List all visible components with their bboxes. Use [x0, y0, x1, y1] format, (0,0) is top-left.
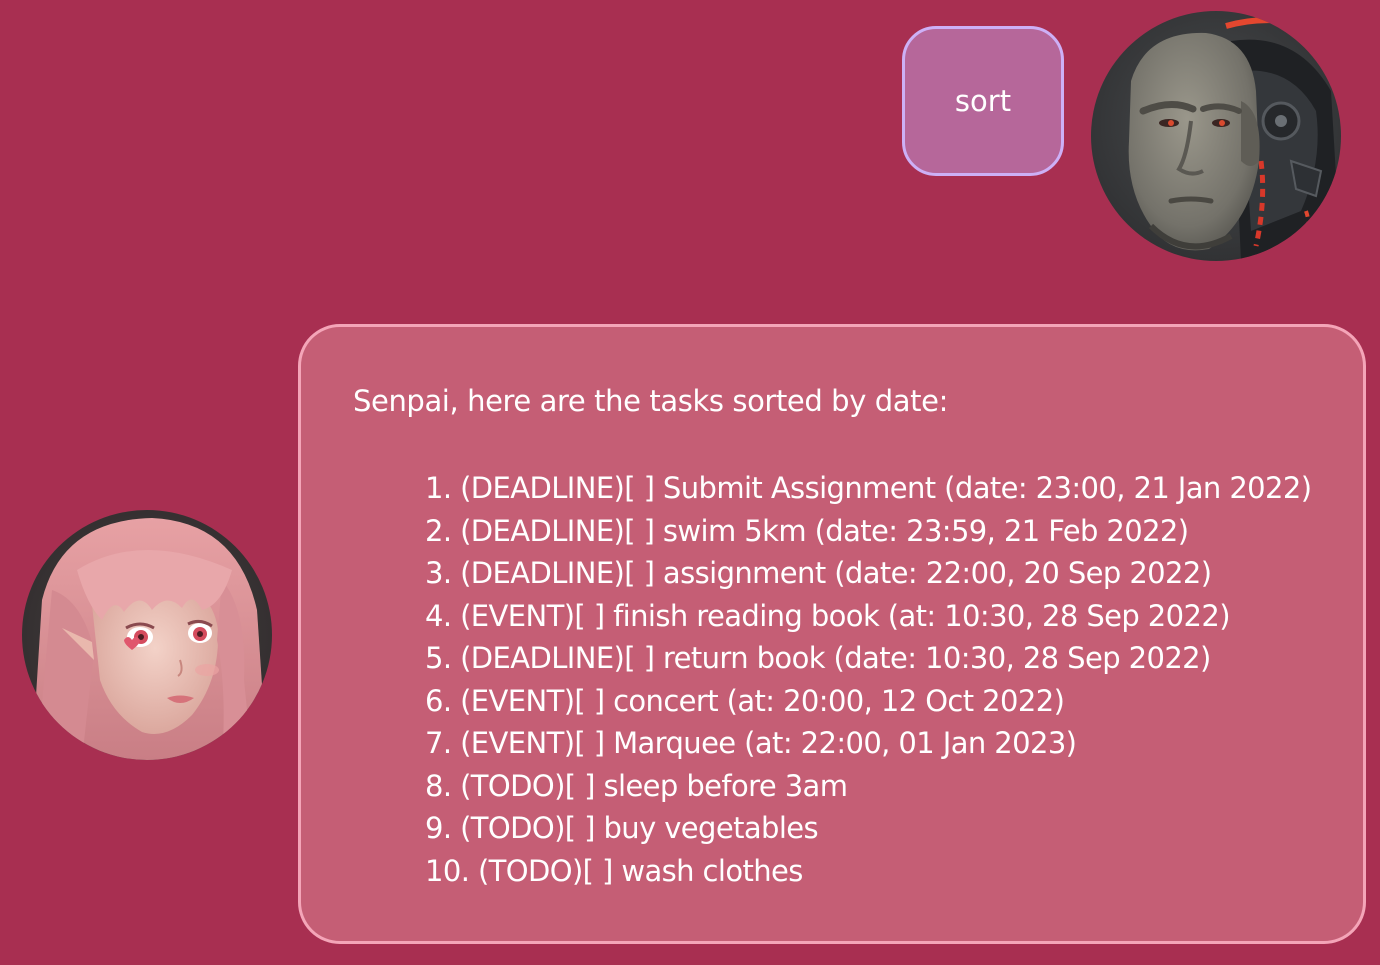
task-item: 10. (TODO)[ ] wash clothes	[425, 853, 803, 888]
user-avatar	[1091, 11, 1341, 261]
task-item: 6. (EVENT)[ ] concert (at: 20:00, 12 Oct…	[425, 683, 1065, 718]
task-item: 3. (DEADLINE)[ ] assignment (date: 22:00…	[425, 556, 1212, 590]
task-item: 8. (TODO)[ ] sleep before 3am	[425, 768, 848, 803]
task-item: 1. (DEADLINE)[ ] Submit Assignment (date…	[425, 471, 1312, 505]
task-item: 7. (EVENT)[ ] Marquee (at: 22:00, 01 Jan…	[425, 726, 1077, 760]
task-item: 5. (DEADLINE)[ ] return book (date: 10:3…	[425, 641, 1211, 675]
bot-avatar	[22, 510, 272, 760]
task-list: 1. (DEADLINE)[ ] Submit Assignment (date…	[425, 467, 1312, 892]
pink-haired-girl-avatar-image	[22, 510, 272, 760]
user-message-text: sort	[954, 84, 1012, 118]
task-item: 2. (DEADLINE)[ ] swim 5km (date: 23:59, …	[425, 513, 1189, 548]
cyborg-man-avatar-image	[1091, 11, 1341, 261]
task-item: 4. (EVENT)[ ] finish reading book (at: 1…	[425, 598, 1231, 633]
bot-message-bubble: Senpai, here are the tasks sorted by dat…	[298, 324, 1366, 944]
bot-message-intro: Senpai, here are the tasks sorted by dat…	[353, 384, 948, 418]
user-message-bubble: sort	[902, 26, 1064, 176]
task-item: 9. (TODO)[ ] buy vegetables	[425, 811, 819, 845]
